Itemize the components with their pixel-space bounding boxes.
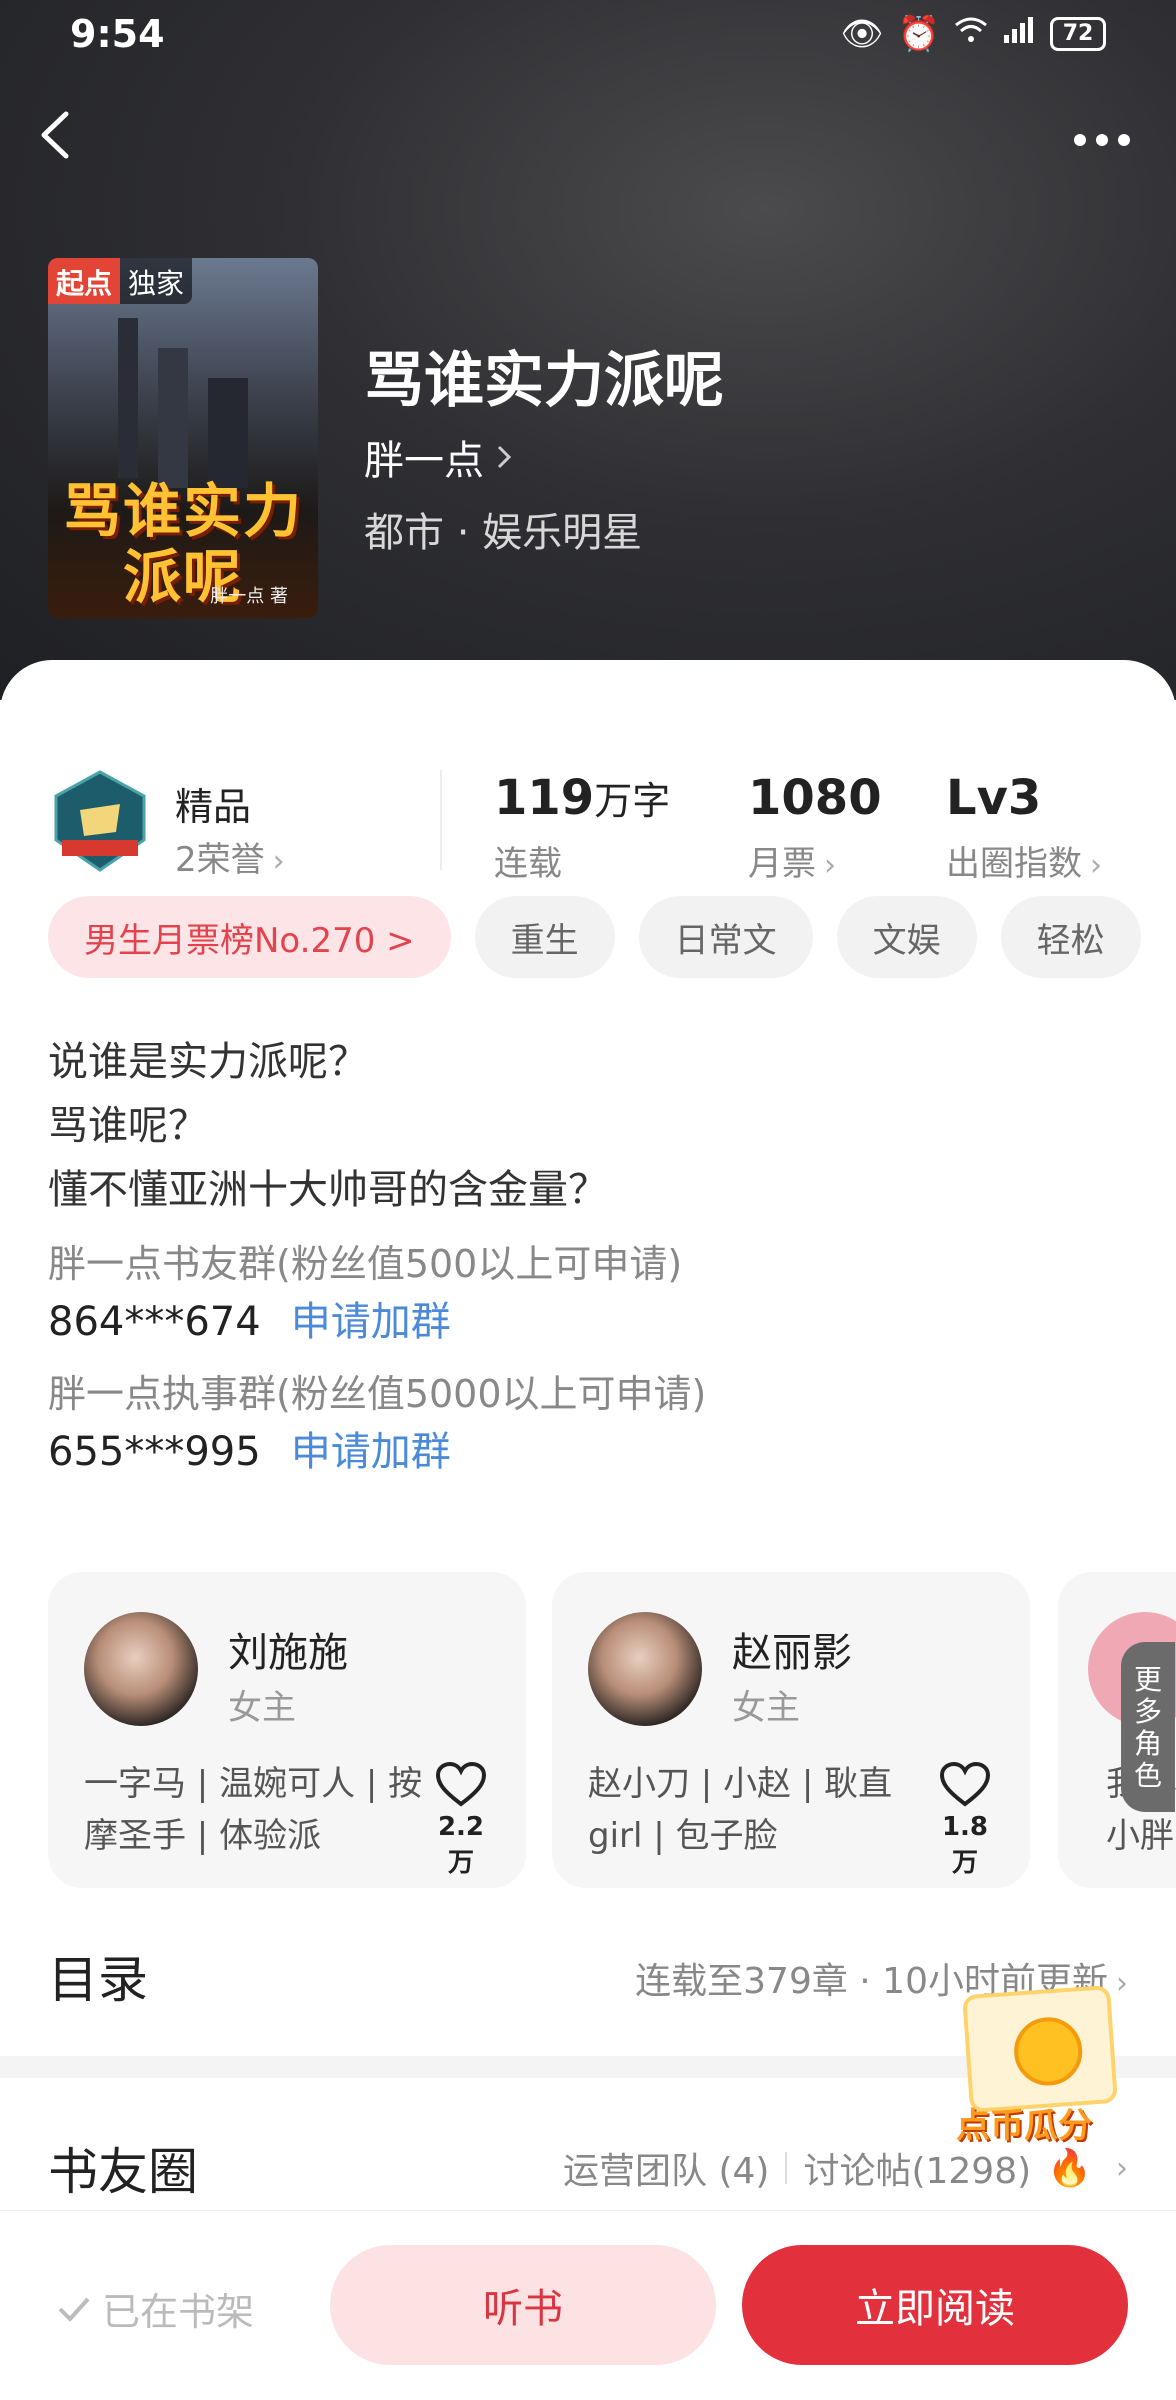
tag-chip[interactable]: 重生	[474, 896, 615, 978]
group-desc: 胖一点执事群(粉丝值5000以上可申请)	[48, 1372, 707, 1416]
word-count-value: 119	[494, 770, 595, 826]
badge-qidian: 起点	[48, 258, 121, 304]
more-characters-tab[interactable]: 更多角色	[1121, 1642, 1175, 1812]
word-count-stat: 119万字 连载	[494, 770, 670, 885]
bottom-action-bar: 已在书架 听书 立即阅读	[0, 2210, 1176, 2400]
avatar	[84, 1612, 198, 1726]
book-detail-page: 9:54 👁 ⏰ 72 起点 独家 骂谁实力派呢 胖一点 著 骂谁实力派呢 胖一…	[0, 0, 1176, 2400]
monthly-ticket-value: 1080	[748, 770, 882, 826]
monthly-ticket-stat[interactable]: 1080 月票 ›	[748, 770, 882, 885]
heart-icon	[939, 1761, 991, 1807]
intro-line: 骂谁呢？	[48, 1103, 208, 1149]
shelf-label: 已在书架	[102, 2290, 255, 2334]
influence-stat[interactable]: Lv3 出圈指数 ›	[946, 770, 1102, 885]
promo-card	[962, 1984, 1118, 2114]
honor-link[interactable]: 2荣誉 ›	[175, 832, 285, 881]
character-desc: 赵小刀 | 小赵 | 耿直girl | 包子脸	[588, 1764, 893, 1856]
chevron-right-icon	[497, 445, 512, 469]
group-number: 864***674	[48, 1299, 261, 1345]
tag-chip[interactable]: 轻松	[1000, 896, 1141, 978]
posts-count: 讨论帖(1298)	[803, 2151, 1032, 2192]
character-role: 女主	[732, 1688, 800, 1728]
book-cover[interactable]: 起点 独家 骂谁实力派呢 胖一点 著	[48, 258, 318, 618]
wifi-icon	[954, 14, 988, 54]
like-button[interactable]: 1.8万	[930, 1761, 1000, 1879]
cover-art	[118, 318, 138, 478]
like-count: 1.8万	[941, 1812, 989, 1878]
character-card[interactable]: 赵丽影 女主 赵小刀 | 小赵 | 耿直girl | 包子脸 1.8万	[552, 1572, 1030, 1888]
team-count: 运营团队 (4)	[563, 2151, 770, 2192]
chevron-right-icon: ›	[272, 844, 285, 879]
circle-info: 运营团队 (4) 讨论帖(1298) 🔥 ›	[563, 2142, 1128, 2194]
quality-label: 精品	[175, 785, 252, 829]
tag-list: 男生月票榜No.270 > 重生 日常文 文娱 轻松	[48, 896, 1141, 978]
fire-icon: 🔥	[1047, 2148, 1092, 2189]
character-name: 赵丽影	[732, 1630, 852, 1676]
status-icons: 👁 ⏰ 72	[840, 14, 1106, 54]
tag-chip[interactable]: 日常文	[638, 896, 813, 978]
word-count-label: 连载	[494, 844, 562, 884]
intro-line: 懂不懂亚洲十大帅哥的含金量？	[48, 1167, 608, 1213]
character-card[interactable]: 刘施施 女主 一字马 | 温婉可人 | 按摩圣手 | 体验派 2.2万	[48, 1572, 526, 1888]
dot	[1118, 134, 1130, 146]
rank-tag[interactable]: 男生月票榜No.270 >	[48, 896, 451, 978]
quality-shield-icon[interactable]	[52, 770, 148, 874]
exclusive-badge: 起点 独家	[48, 258, 193, 304]
in-shelf-status[interactable]: 已在书架	[56, 2281, 254, 2336]
coin-promo-widget[interactable]: 点币瓜分	[956, 1980, 1126, 2146]
character-list: 刘施施 女主 一字马 | 温婉可人 | 按摩圣手 | 体验派 2.2万 赵丽影 …	[48, 1572, 1176, 1892]
influence-label: 出圈指数	[946, 844, 1082, 884]
chevron-right-icon: ›	[1090, 848, 1102, 883]
character-desc: 一字马 | 温婉可人 | 按摩圣手 | 体验派	[84, 1764, 423, 1856]
cover-author: 胖一点 著	[210, 586, 288, 607]
back-button[interactable]	[26, 105, 86, 165]
join-group-link[interactable]: 申请加群	[291, 1422, 451, 1482]
dot	[1074, 134, 1086, 146]
chevron-right-icon: ›	[1116, 2150, 1128, 2186]
join-group-link[interactable]: 申请加群	[291, 1292, 451, 1352]
word-count-unit: 万字	[594, 779, 671, 823]
status-time: 9:54	[70, 12, 165, 56]
intro-line: 说谁是实力派呢？	[48, 1039, 368, 1085]
divider	[440, 770, 442, 870]
monthly-ticket-label: 月票	[748, 844, 816, 884]
stats-row: 精品 2荣誉 › 119万字 连载 1080 月票 › Lv3 出圈指数 ›	[0, 710, 1176, 884]
group-number: 655***995	[48, 1429, 261, 1475]
eye-icon: 👁	[840, 14, 884, 54]
alarm-icon: ⏰	[897, 14, 940, 54]
like-count: 2.2万	[437, 1812, 485, 1878]
dot	[1096, 134, 1108, 146]
heart-icon	[435, 1761, 487, 1807]
book-header: 9:54 👁 ⏰ 72 起点 独家 骂谁实力派呢 胖一点 著 骂谁实力派呢 胖一…	[0, 0, 1176, 700]
status-bar: 9:54 👁 ⏰ 72	[0, 0, 1176, 70]
chevron-left-icon	[41, 111, 69, 159]
book-intro[interactable]: 说谁是实力派呢？ 骂谁呢？ 懂不懂亚洲十大帅哥的含金量？ 胖一点书友群(粉丝值5…	[48, 1030, 1128, 1482]
more-options-button[interactable]	[1062, 115, 1142, 165]
book-title: 骂谁实力派呢	[364, 346, 724, 416]
read-now-button[interactable]: 立即阅读	[742, 2245, 1128, 2365]
signal-icon	[1002, 14, 1036, 54]
author-link[interactable]: 胖一点	[364, 428, 514, 486]
book-genre: 都市 · 娱乐明星	[364, 510, 643, 556]
coin-icon	[1011, 2015, 1085, 2088]
character-role: 女主	[228, 1688, 296, 1728]
cover-art	[208, 378, 248, 488]
honor-text: 2荣誉	[175, 840, 265, 880]
battery-icon: 72	[1050, 17, 1106, 51]
promo-label: 点币瓜分	[956, 2106, 1092, 2146]
avatar	[588, 1612, 702, 1726]
cover-art	[158, 348, 188, 488]
author-name: 胖一点	[364, 438, 484, 484]
chevron-right-icon: ›	[824, 848, 836, 883]
check-icon	[58, 2297, 90, 2322]
like-button[interactable]: 2.2万	[426, 1761, 496, 1879]
character-name: 刘施施	[228, 1630, 348, 1676]
divider	[785, 2152, 788, 2184]
listen-button[interactable]: 听书	[330, 2245, 716, 2365]
tag-chip[interactable]: 文娱	[836, 896, 977, 978]
badge-exclusive: 独家	[120, 258, 193, 304]
group-desc: 胖一点书友群(粉丝值500以上可申请)	[48, 1242, 683, 1286]
influence-value: Lv3	[946, 770, 1042, 826]
